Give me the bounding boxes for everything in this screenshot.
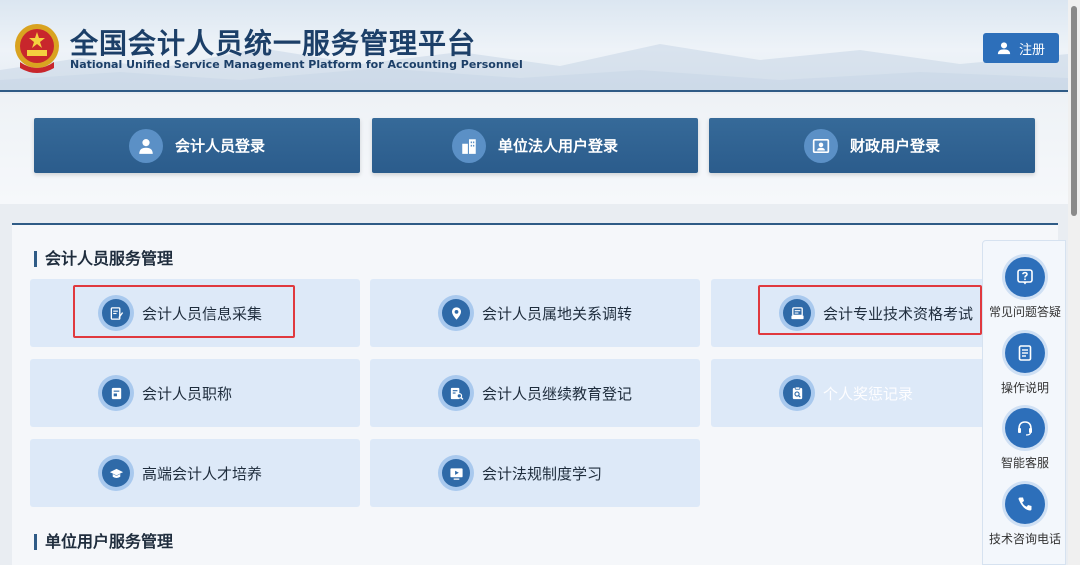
form-edit-icon [98, 295, 134, 331]
record-search-icon [779, 375, 815, 411]
service-label: 会计人员职称 [142, 385, 233, 403]
vertical-scrollbar[interactable] [1068, 0, 1080, 565]
faq-button[interactable]: 常见问题答疑 [983, 257, 1067, 320]
service-talent-training[interactable]: 高端会计人才培养 [30, 439, 360, 507]
floating-toolbar: 常见问题答疑 操作说明 智能客服 技术咨询电话 [982, 240, 1066, 565]
person-icon [128, 128, 163, 163]
login-label: 单位法人用户登录 [497, 137, 618, 155]
video-play-icon [438, 455, 474, 491]
service-label: 会计专业技术资格考试 [823, 305, 974, 323]
service-label: 会计人员信息采集 [142, 305, 263, 323]
service-panel: 会计人员服务管理 会计人员信息采集 会计人员属地关系调转 会计专业技术资格考试 … [12, 223, 1058, 565]
location-icon [438, 295, 474, 331]
register-label: 注册 [1018, 42, 1045, 58]
smart-service-button[interactable]: 智能客服 [983, 408, 1067, 471]
service-label: 个人奖惩记录 [823, 385, 914, 403]
manual-button[interactable]: 操作说明 [983, 333, 1067, 396]
phone-icon [1005, 484, 1045, 524]
document-search-icon [438, 375, 474, 411]
manual-label: 操作说明 [1000, 381, 1049, 395]
page-header: 全国会计人员统一服务管理平台 National Unified Service … [0, 0, 1068, 92]
service-label: 会计人员属地关系调转 [482, 305, 633, 323]
service-regulation-study[interactable]: 会计法规制度学习 [370, 439, 700, 507]
site-subtitle: National Unified Service Management Plat… [70, 58, 523, 71]
finance-login-button[interactable]: 财政用户登录 [709, 118, 1035, 173]
exam-icon [779, 295, 815, 331]
service-professional-title[interactable]: 会计人员职称 [30, 359, 360, 427]
faq-label: 常见问题答疑 [988, 305, 1061, 319]
corporate-login-button[interactable]: 单位法人用户登录 [372, 118, 698, 173]
site-title: 全国会计人员统一服务管理平台 [70, 27, 477, 60]
login-label: 会计人员登录 [174, 137, 265, 155]
document-icon [98, 375, 134, 411]
building-icon [451, 128, 486, 163]
headset-icon [1005, 408, 1045, 448]
service-label: 会计人员继续教育登记 [482, 385, 633, 403]
accountant-login-button[interactable]: 会计人员登录 [34, 118, 360, 173]
user-icon [997, 42, 1011, 55]
tech-hotline-label: 技术咨询电话 [988, 532, 1061, 546]
section-title-unit: 单位用户服务管理 [34, 534, 173, 550]
scrollbar-thumb[interactable] [1071, 6, 1077, 216]
login-label: 财政用户登录 [849, 137, 940, 155]
login-area: 会计人员登录 单位法人用户登录 财政用户登录 [0, 94, 1068, 204]
service-location-transfer[interactable]: 会计人员属地关系调转 [370, 279, 700, 347]
service-label: 高端会计人才培养 [142, 465, 263, 483]
smart-service-label: 智能客服 [1000, 456, 1049, 470]
service-label: 会计法规制度学习 [482, 465, 603, 483]
manual-icon [1005, 333, 1045, 373]
service-info-collection[interactable]: 会计人员信息采集 [30, 279, 360, 347]
section-title-accountant: 会计人员服务管理 [34, 251, 173, 267]
question-icon [1005, 257, 1045, 297]
graduation-cap-icon [98, 455, 134, 491]
tech-hotline-button[interactable]: 技术咨询电话 [983, 484, 1067, 547]
service-continuing-education[interactable]: 会计人员继续教育登记 [370, 359, 700, 427]
id-card-icon [803, 128, 838, 163]
national-emblem-icon [15, 24, 59, 73]
register-button[interactable]: 注册 [983, 33, 1059, 63]
